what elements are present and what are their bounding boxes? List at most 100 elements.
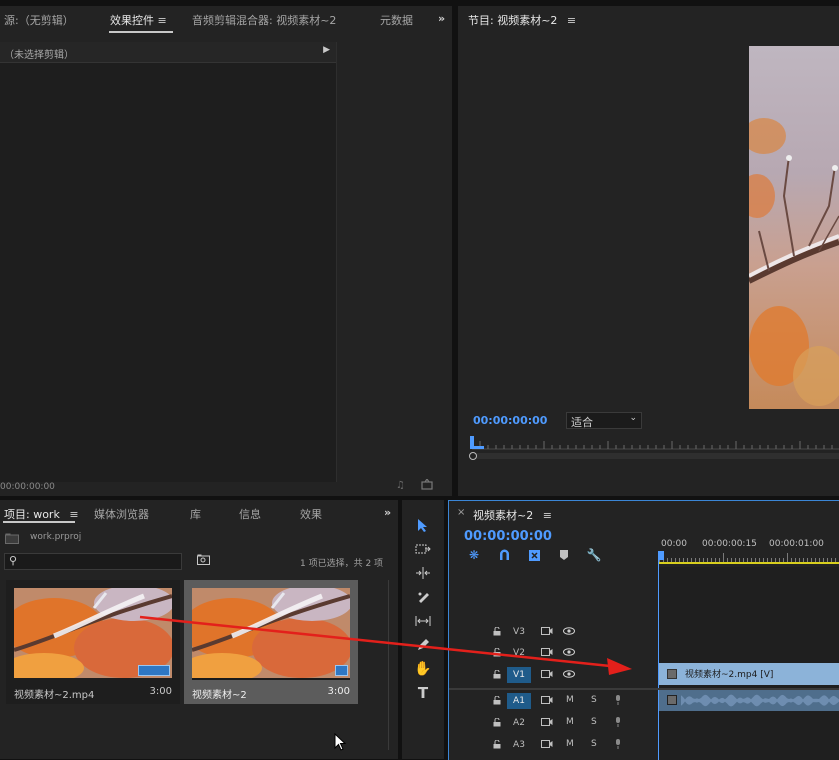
track-name-v1[interactable]: V1	[509, 667, 529, 683]
mute-button[interactable]: M	[566, 695, 574, 705]
ruler-label-0: 00:00	[661, 539, 687, 549]
track-name-a2[interactable]: A2	[509, 715, 529, 731]
toggle-output-eye-icon[interactable]	[563, 670, 575, 681]
video-clip[interactable]: 视频素材~2.mp4 [V]	[659, 663, 839, 685]
clip-fx-icon	[667, 669, 677, 679]
add-marker-icon[interactable]	[557, 548, 571, 562]
tab-libraries[interactable]: 库	[190, 506, 201, 522]
toggle-output-eye-icon[interactable]	[563, 627, 575, 638]
project-item-clip[interactable]: 视频素材~2.mp4 3:00	[6, 580, 180, 704]
project-item-sequence[interactable]: 视频素材~2 3:00	[184, 580, 358, 704]
snap-magnet-icon[interactable]	[497, 548, 511, 562]
track-header-v3: V3	[449, 621, 657, 643]
sync-lock-icon[interactable]	[541, 670, 553, 681]
audio-clip[interactable]	[659, 690, 839, 711]
solo-button[interactable]: S	[591, 717, 597, 727]
menu-icon[interactable]: ≡	[158, 14, 167, 27]
hand-tool-icon[interactable]: ✋	[414, 660, 432, 678]
nest-toggle-icon[interactable]: ❋	[467, 548, 481, 562]
mute-button[interactable]: M	[566, 717, 574, 727]
type-tool-icon[interactable]: T	[414, 684, 432, 702]
voiceover-mic-icon[interactable]	[615, 717, 621, 730]
tab-info[interactable]: 信息	[239, 506, 261, 522]
pen-tool-icon[interactable]	[414, 636, 432, 654]
track-lock-icon[interactable]	[493, 647, 501, 660]
program-time-ruler[interactable]	[470, 436, 839, 450]
overflow-chevrons-icon[interactable]: »	[438, 12, 445, 25]
timeline-sequence-tab[interactable]: 视频素材~2 ≡	[473, 507, 552, 523]
track-header-a3: A3 M S	[449, 734, 657, 756]
timeline-timecode[interactable]: 00:00:00:00	[464, 529, 552, 544]
effect-controls-panel: 源:（无剪辑） 效果控件 ≡ 音频剪辑混合器: 视频素材~2 元数据 » （未选…	[0, 6, 452, 496]
tab-metadata[interactable]: 元数据	[380, 12, 413, 28]
overflow-chevrons-icon[interactable]: »	[384, 506, 391, 519]
sequence-duration: 3:00	[327, 686, 350, 697]
active-tab-underline	[109, 31, 173, 33]
track-lock-icon[interactable]	[493, 739, 501, 752]
sync-lock-icon[interactable]	[541, 696, 553, 707]
tab-project[interactable]: 项目: work ≡	[4, 506, 79, 522]
sync-lock-icon[interactable]	[541, 740, 553, 751]
ripple-edit-tool-icon[interactable]	[414, 564, 432, 582]
search-input[interactable]: ⚲	[4, 553, 182, 570]
search-icon: ⚲	[9, 554, 18, 567]
tab-media-browser[interactable]: 媒体浏览器	[94, 506, 149, 522]
timeline-panel: × 视频素材~2 ≡ 00:00:00:00 ❋ 🔧 00:00 00:00:0…	[448, 500, 839, 760]
clip-duration: 3:00	[149, 686, 172, 697]
menu-icon[interactable]: ≡	[69, 508, 78, 521]
mute-button[interactable]: M	[566, 739, 574, 749]
sequence-name: 视频素材~2	[192, 690, 247, 701]
track-name-a1[interactable]: A1	[509, 693, 529, 709]
toggle-output-eye-icon[interactable]	[563, 648, 575, 659]
sequence-thumbnail[interactable]	[192, 588, 350, 678]
track-name-v3[interactable]: V3	[509, 624, 529, 640]
playhead-knob-icon[interactable]	[469, 452, 477, 460]
project-scrollbar[interactable]	[388, 580, 389, 750]
track-lock-icon[interactable]	[493, 717, 501, 730]
solo-button[interactable]: S	[591, 695, 597, 705]
project-panel: 项目: work ≡ 媒体浏览器 库 信息 效果 » work.prproj ⚲…	[0, 500, 398, 759]
track-select-tool-icon[interactable]	[414, 540, 432, 558]
voiceover-mic-icon[interactable]	[615, 739, 621, 752]
track-name-a3[interactable]: A3	[509, 737, 529, 753]
sync-lock-icon[interactable]	[541, 718, 553, 729]
sync-lock-icon[interactable]	[541, 627, 553, 638]
tab-project-label: 项目: work	[4, 508, 60, 521]
work-area-bar[interactable]	[659, 562, 839, 564]
play-triangle-icon[interactable]: ▶	[323, 45, 330, 55]
slip-tool-icon[interactable]	[414, 612, 432, 630]
sync-lock-icon[interactable]	[541, 648, 553, 659]
program-timecode[interactable]: 00:00:00:00	[473, 414, 547, 427]
linked-selection-icon[interactable]	[527, 548, 541, 562]
menu-icon[interactable]: ≡	[543, 509, 552, 522]
fit-dropdown-value: 适合	[571, 416, 593, 429]
program-monitor-title[interactable]: 节目: 视频素材~2 ≡	[468, 12, 576, 28]
export-audio-icon[interactable]: ♫	[396, 480, 405, 491]
new-search-bin-icon[interactable]	[196, 553, 210, 566]
tab-effect-controls-label: 效果控件	[110, 14, 154, 27]
track-lock-icon[interactable]	[493, 695, 501, 708]
track-lock-icon[interactable]	[493, 626, 501, 639]
clip-thumbnail[interactable]	[14, 588, 172, 678]
wrench-settings-icon[interactable]: 🔧	[587, 548, 602, 562]
project-folder-icon	[5, 532, 19, 544]
tab-source[interactable]: 源:（无剪辑）	[4, 12, 74, 28]
close-icon[interactable]: ×	[457, 507, 465, 518]
track-header-a2: A2 M S	[449, 712, 657, 734]
export-frame-icon[interactable]	[420, 478, 434, 490]
voiceover-mic-icon[interactable]	[615, 695, 621, 708]
tab-audio-clip-mixer[interactable]: 音频剪辑混合器: 视频素材~2	[192, 12, 336, 28]
program-scrub-bar[interactable]	[469, 452, 839, 460]
track-name-v2[interactable]: V2	[509, 645, 529, 661]
track-header-a1: A1 M S	[449, 690, 657, 712]
selection-tool-icon[interactable]	[414, 516, 432, 534]
track-lock-icon[interactable]	[493, 669, 501, 682]
solo-button[interactable]: S	[591, 739, 597, 749]
track-header-v1: V1	[449, 664, 657, 686]
fit-dropdown[interactable]: 适合 ⌄	[566, 412, 642, 429]
menu-icon[interactable]: ≡	[567, 14, 576, 27]
tab-effects[interactable]: 效果	[300, 506, 322, 522]
razor-tool-icon[interactable]	[414, 588, 432, 606]
tab-effect-controls[interactable]: 效果控件 ≡	[110, 12, 167, 28]
ruler-label-15: 00:00:00:15	[702, 539, 757, 549]
